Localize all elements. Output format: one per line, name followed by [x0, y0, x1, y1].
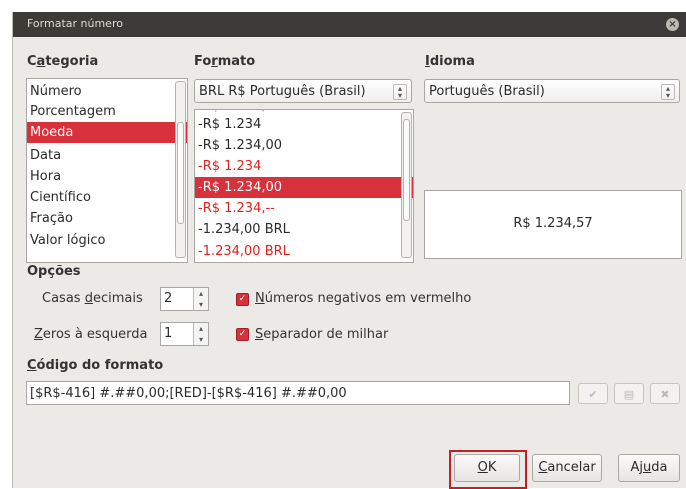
thousands-separator-label[interactable]: Separador de milhar [255, 327, 388, 342]
format-item-selected[interactable]: -R$ 1.234,00 [195, 177, 413, 198]
category-header: Categoria [27, 54, 99, 69]
format-item[interactable]: -R$ 1.234 [195, 114, 413, 135]
language-combo[interactable]: Português (Brasil) ▴ ▾ [424, 79, 680, 103]
format-item[interactable]: -R$ 1.234,-- [195, 198, 413, 219]
decimals-value: 2 [164, 291, 173, 306]
cancel-button[interactable]: Cancelar [532, 454, 602, 482]
ok-button[interactable]: OK [454, 454, 520, 482]
title-bar[interactable]: Formatar número × [13, 12, 686, 37]
format-item[interactable]: -R$ 1.234 [195, 156, 413, 177]
category-item-hora[interactable]: Hora [27, 166, 187, 187]
window-title: Formatar número [27, 17, 123, 30]
check-icon[interactable]: ✔ [578, 383, 608, 404]
category-item-porcentagem[interactable]: Porcentagem [27, 101, 187, 122]
format-scrollbar[interactable] [401, 112, 412, 258]
delete-icon[interactable]: ✖ [650, 383, 680, 404]
format-item[interactable]: -1.234,00 BRL [195, 219, 413, 240]
format-item[interactable]: -1.234,00 BRL [195, 241, 413, 262]
format-code-header: Código do formato [27, 358, 164, 373]
currency-combo-value: BRL R$ Português (Brasil) [199, 84, 366, 99]
format-list[interactable]: -R$ 1.234,-- -R$ 1.234 -R$ 1.234,00 -R$ … [194, 109, 414, 263]
options-header: Opções [27, 264, 81, 279]
category-item-valor-logico[interactable]: Valor lógico [27, 230, 187, 251]
decimals-label: Casas decimais [42, 291, 143, 306]
combo-arrows-icon: ▴ ▾ [393, 84, 407, 100]
category-item-data[interactable]: Data [27, 145, 187, 166]
category-scroll-thumb[interactable] [177, 122, 184, 224]
negative-red-checkbox[interactable]: ✓ [236, 293, 249, 306]
category-scrollbar[interactable] [175, 81, 186, 258]
currency-combo[interactable]: BRL R$ Português (Brasil) ▴ ▾ [194, 79, 412, 103]
language-header: Idioma [425, 54, 475, 69]
category-list[interactable]: Número Porcentagem Moeda Data Hora Cient… [26, 78, 188, 263]
spin-arrows-icon[interactable]: ▴ ▾ [193, 288, 208, 310]
comment-icon[interactable]: ▤ [614, 383, 644, 404]
close-icon[interactable]: × [666, 18, 679, 31]
category-item-numero[interactable]: Número [27, 81, 187, 102]
leading-zeros-spinner[interactable]: 1 ▴ ▾ [160, 322, 209, 346]
format-item[interactable]: -R$ 1.234,00 [195, 135, 413, 156]
category-item-fracao[interactable]: Fração [27, 208, 187, 229]
format-number-dialog: Formatar número × Categoria Número Porce… [12, 12, 686, 489]
spin-arrows-icon[interactable]: ▴ ▾ [193, 323, 208, 345]
format-code-input[interactable]: [$R$-416] #.##0,00;[RED]-[$R$-416] #.##0… [26, 381, 570, 405]
format-header: Formato [194, 54, 256, 69]
leading-zeros-value: 1 [164, 326, 173, 341]
category-item-cientifico[interactable]: Científico [27, 187, 187, 208]
decimals-spinner[interactable]: 2 ▴ ▾ [160, 287, 209, 311]
help-button[interactable]: Ajuda [618, 454, 680, 482]
language-combo-value: Português (Brasil) [429, 84, 545, 99]
combo-arrows-icon: ▴ ▾ [661, 84, 675, 100]
thousands-separator-checkbox[interactable]: ✓ [236, 328, 249, 341]
preview-text: R$ 1.234,57 [513, 216, 593, 231]
format-scroll-thumb[interactable] [403, 119, 410, 221]
format-preview: R$ 1.234,57 [424, 190, 682, 259]
negative-red-label[interactable]: Números negativos em vermelho [255, 291, 471, 306]
category-item-moeda[interactable]: Moeda [27, 122, 187, 143]
leading-zeros-label: Zeros à esquerda [34, 327, 148, 342]
